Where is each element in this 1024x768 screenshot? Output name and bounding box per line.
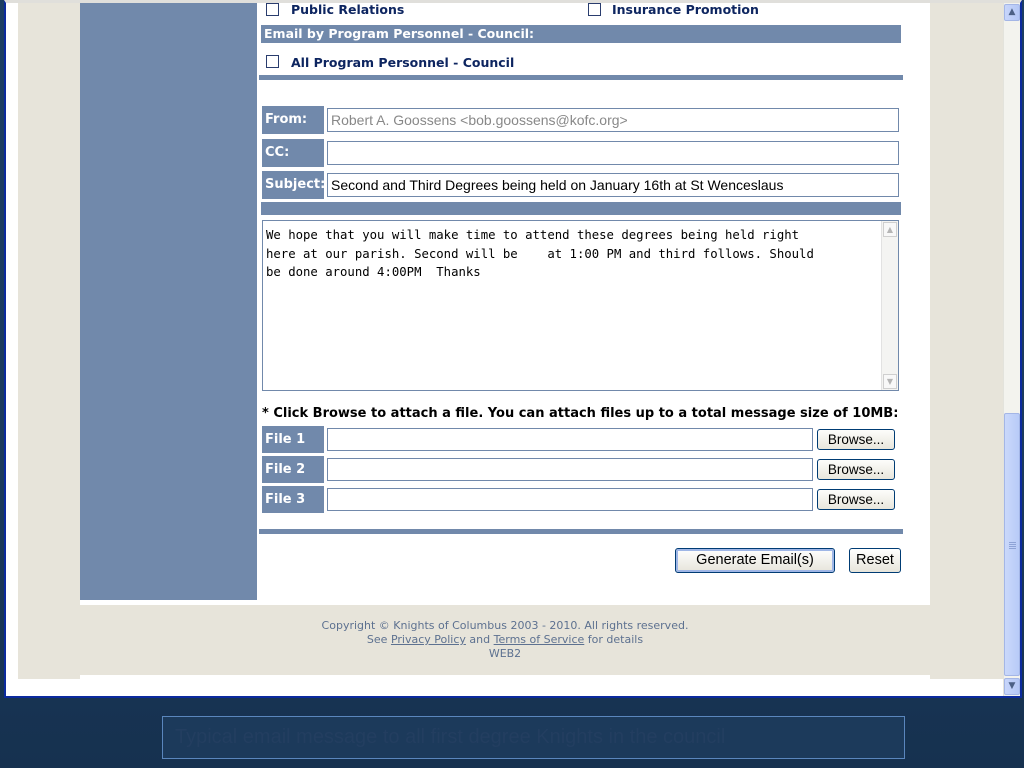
attachment-instructions: * Click Browse to attach a file. You can… [262,406,899,421]
message-body-textarea[interactable]: We hope that you will make time to atten… [262,220,899,391]
message-divider-bar [261,202,901,215]
scroll-down-icon[interactable]: ▼ [1004,678,1020,695]
file-3-label: File 3 [262,486,324,513]
from-field[interactable]: Robert A. Goossens <bob.goossens@kofc.or… [327,108,899,132]
scrollbar-grip-icon [1009,542,1016,549]
subject-field[interactable]: Second and Third Degrees being held on J… [327,173,899,197]
page-footer: Copyright © Knights of Columbus 2003 - 2… [80,605,930,675]
all-program-personnel-checkbox[interactable] [266,55,279,68]
section-header-program-personnel: Email by Program Personnel - Council: [261,25,901,43]
file-1-label: File 1 [262,426,324,453]
footer-see-text: See [366,633,388,646]
file-2-browse-button[interactable]: Browse... [817,459,895,480]
terms-of-service-link[interactable]: Terms of Service [494,633,585,646]
copyright-text: Copyright © Knights of Columbus 2003 - 2… [321,619,689,632]
message-body-text: We hope that you will make time to atten… [266,228,814,279]
footer-and-text: and [469,633,491,646]
attachments-divider [259,529,903,534]
cc-label: CC: [262,139,324,167]
insurance-promotion-checkbox[interactable] [588,3,601,16]
scrollbar-thumb[interactable] [1004,413,1020,676]
page-column: Public Relations Insurance Promotion Ema… [80,3,930,679]
all-program-personnel-label: All Program Personnel - Council [291,55,515,70]
slide-caption: Typical email message to all first degre… [162,716,905,759]
email-form: Public Relations Insurance Promotion Ema… [257,3,930,600]
reset-button[interactable]: Reset [849,548,901,573]
left-sidebar-band [80,3,257,600]
file-2-label: File 2 [262,456,324,483]
public-relations-checkbox[interactable] [266,3,279,16]
privacy-policy-link[interactable]: Privacy Policy [391,633,466,646]
subject-label: Subject: [262,171,325,199]
generate-emails-button[interactable]: Generate Email(s) [675,548,835,573]
footer-code: WEB2 [488,647,522,660]
file-1-input[interactable] [327,428,813,451]
page-viewport: Public Relations Insurance Promotion Ema… [18,3,1004,679]
from-label: From: [262,106,324,134]
scroll-up-arrow-icon[interactable]: ▲ [883,222,897,237]
scroll-down-arrow-icon[interactable]: ▼ [883,374,897,389]
file-3-input[interactable] [327,488,813,511]
insurance-promotion-label: Insurance Promotion [612,3,759,17]
textarea-scrollbar[interactable]: ▲ ▼ [881,221,898,390]
file-2-input[interactable] [327,458,813,481]
page-scrollbar[interactable]: ▲ ▼ [1003,3,1020,696]
footer-links-line: See Privacy Policy and Terms of Service … [80,633,930,647]
public-relations-label: Public Relations [291,3,405,17]
footer-details-text: for details [587,633,644,646]
file-3-browse-button[interactable]: Browse... [817,489,895,510]
section-divider [259,75,903,80]
cc-field[interactable] [327,141,899,165]
scroll-up-icon[interactable]: ▲ [1004,4,1020,21]
file-1-browse-button[interactable]: Browse... [817,429,895,450]
browser-window: Public Relations Insurance Promotion Ema… [4,0,1022,698]
